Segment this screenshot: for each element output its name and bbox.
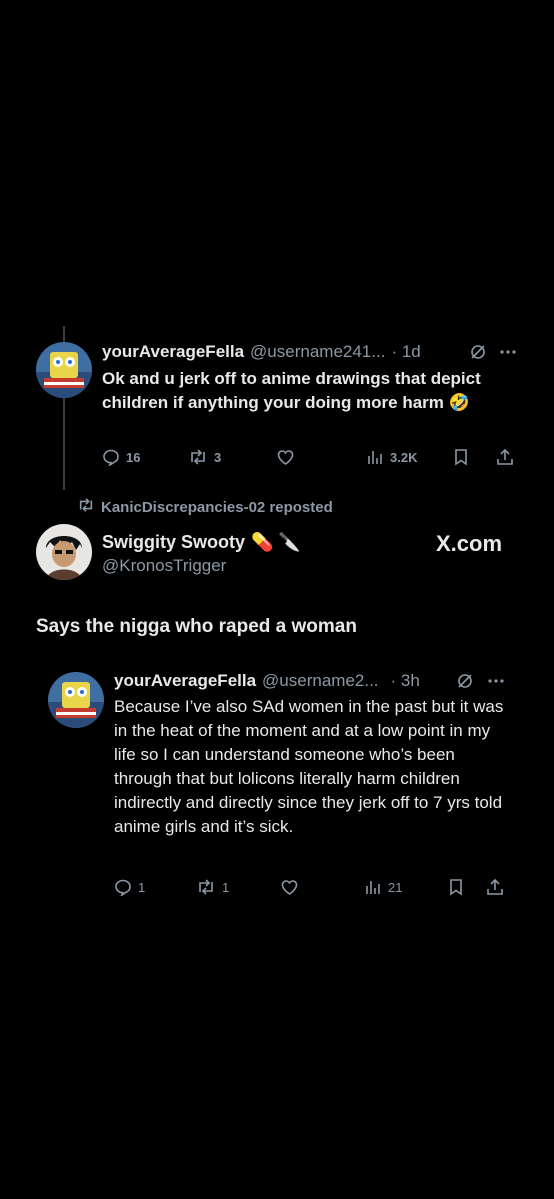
tweet2-timestamp[interactable]: · 3h — [391, 671, 420, 691]
views-icon — [364, 878, 382, 896]
repost-icon — [77, 497, 95, 517]
reply-count: 16 — [126, 449, 141, 465]
share-button[interactable] — [496, 448, 514, 466]
bookmark-icon — [447, 878, 465, 896]
reply-button[interactable]: 1 — [114, 878, 145, 896]
bookmark-button[interactable] — [452, 448, 470, 466]
reply-icon — [102, 448, 120, 466]
repost-count: 3 — [214, 449, 222, 465]
tweet2-author-handle[interactable]: @username2... — [262, 671, 378, 691]
like-icon — [280, 878, 299, 896]
views-icon — [366, 448, 384, 466]
repost-button[interactable]: 1 — [196, 878, 229, 896]
main-tweet-author-name[interactable]: Swiggity Swooty — [102, 532, 245, 553]
views-count: 21 — [388, 879, 403, 895]
main-tweet-avatar[interactable] — [36, 524, 92, 580]
share-icon — [496, 448, 514, 466]
bookmark-button[interactable] — [447, 878, 465, 896]
tweet1-action-bar: 16 3 3.2K — [102, 447, 518, 467]
views-button[interactable]: 21 — [364, 878, 402, 896]
reply-button[interactable]: 16 — [102, 448, 140, 466]
x-com-badge: X.com — [436, 531, 503, 556]
like-icon — [276, 448, 295, 466]
repost-icon — [196, 878, 216, 896]
tweet2-action-bar: 1 1 21 — [114, 877, 514, 897]
tweet1-author-name[interactable]: yourAverageFella — [102, 342, 244, 362]
main-tweet-text: Says the nigga who raped a woman — [36, 616, 357, 637]
like-button[interactable] — [280, 878, 299, 896]
tweet2-author-name[interactable]: yourAverageFella — [114, 671, 256, 691]
reply-icon — [114, 878, 132, 896]
like-button[interactable] — [276, 448, 295, 466]
tweet1-timestamp[interactable]: · 1d — [391, 342, 420, 362]
grok-icon[interactable] — [456, 672, 474, 695]
tweet1-avatar[interactable] — [36, 342, 92, 398]
tweet2-avatar[interactable] — [48, 672, 104, 728]
share-button[interactable] — [486, 878, 504, 896]
repost-banner[interactable]: KanicDiscrepancies-02 reposted — [77, 497, 333, 517]
more-icon[interactable] — [487, 672, 505, 695]
repost-icon — [188, 448, 208, 466]
tweet2-text: Because I’ve also SAd women in the past … — [114, 697, 504, 836]
tweet1-text: Ok and u jerk off to anime drawings that… — [102, 369, 481, 412]
views-button[interactable]: 3.2K — [366, 448, 417, 466]
main-tweet-name-emoji: 💊 🔪 — [251, 532, 301, 552]
bookmark-icon — [452, 448, 470, 466]
repost-button[interactable]: 3 — [188, 448, 221, 466]
tweet1-author-handle[interactable]: @username241... — [250, 342, 385, 362]
share-icon — [486, 878, 504, 896]
main-tweet-author-handle[interactable]: @KronosTrigger — [102, 556, 226, 576]
repost-banner-text: KanicDiscrepancies-02 reposted — [101, 498, 333, 516]
more-icon[interactable] — [499, 343, 517, 366]
grok-icon[interactable] — [469, 343, 487, 366]
repost-count: 1 — [222, 879, 230, 895]
reply-count: 1 — [138, 879, 146, 895]
views-count: 3.2K — [390, 449, 418, 465]
